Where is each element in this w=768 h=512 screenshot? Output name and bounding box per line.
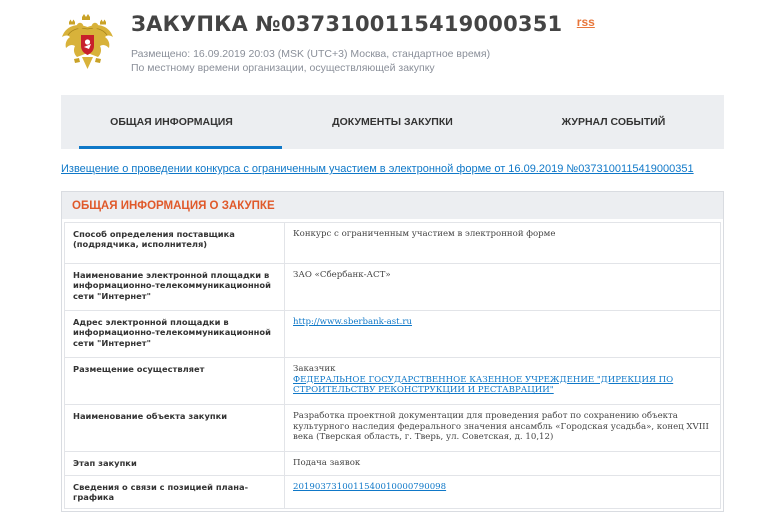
table-row: Размещение осуществляет Заказчик Федерал…: [64, 357, 721, 405]
rss-link[interactable]: rss: [577, 15, 595, 29]
page-title: ЗАКУПКА №0373100115419000351: [131, 12, 563, 36]
row-value: 201903731001154001000079009­8: [284, 474, 721, 510]
row-label: Адрес электронной площадки в информацион…: [64, 310, 285, 358]
row-label: Размещение осуществляет: [64, 357, 285, 405]
coat-of-arms-icon: [60, 13, 115, 73]
row-value: http://www.sberbank-ast.ru: [284, 310, 721, 358]
tab-general-info[interactable]: Общая информация: [61, 95, 282, 149]
section-header: Общая информация о закупке: [62, 192, 723, 219]
row-label: Этап закупки: [64, 451, 285, 476]
notice-link[interactable]: Извещение о проведении конкурса с ограни…: [61, 163, 724, 175]
row-value: Заказчик Федеральное государственное каз…: [284, 357, 721, 405]
table-row: Этап закупки Подача заявок: [64, 451, 721, 476]
row-value: ЗАО «Сбербанк-АСТ»: [284, 263, 721, 311]
table-row: Способ определения поставщика (подрядчик…: [64, 222, 721, 264]
posted-info: Размещено: 16.09.2019 20:03 (MSK (UTC+3)…: [131, 48, 490, 60]
table-row: Наименование объекта закупки Разработка …: [64, 404, 721, 452]
info-table: Способ определения поставщика (подрядчик…: [64, 222, 721, 510]
table-row: Адрес электронной площадки в информацион…: [64, 310, 721, 358]
posted-datetime: 16.09.2019 20:03 (MSK (UTC+3) Москва, ст…: [193, 48, 491, 60]
row-label: Наименование объекта закупки: [64, 404, 285, 452]
local-time-note: По местному времени организации, осущест…: [131, 62, 435, 74]
tab-documents[interactable]: Документы закупки: [282, 95, 503, 149]
platform-url-link[interactable]: http://www.sberbank-ast.ru: [293, 317, 412, 327]
table-row: Наименование электронной площадки в инфо…: [64, 263, 721, 311]
row-label: Способ определения поставщика (подрядчик…: [64, 222, 285, 264]
section-title: Общая информация о закупке: [72, 199, 275, 212]
row-value: Подача заявок: [284, 451, 721, 476]
title-row: ЗАКУПКА №0373100115419000351 rss: [131, 12, 595, 36]
customer-role: Заказчик: [293, 364, 336, 374]
row-label: Наименование электронной площадки в инфо…: [64, 263, 285, 311]
row-value: Конкурс с ограниченным участием в электр…: [284, 222, 721, 264]
customer-link[interactable]: Федеральное государственное казенное учр…: [293, 375, 673, 396]
tab-event-log[interactable]: Журнал событий: [503, 95, 724, 149]
table-row: Сведения о связи с позицией плана-график…: [64, 474, 721, 510]
posted-label: Размещено:: [131, 48, 191, 60]
general-info-section: Общая информация о закупке Способ опреде…: [61, 191, 724, 512]
tab-bar: Общая информация Документы закупки Журна…: [61, 95, 724, 149]
row-label: Сведения о связи с позицией плана-график…: [64, 474, 285, 510]
row-value: Разработка проектной документации для пр…: [284, 404, 721, 452]
plan-position-link[interactable]: 201903731001154001000079009­8: [293, 482, 446, 492]
